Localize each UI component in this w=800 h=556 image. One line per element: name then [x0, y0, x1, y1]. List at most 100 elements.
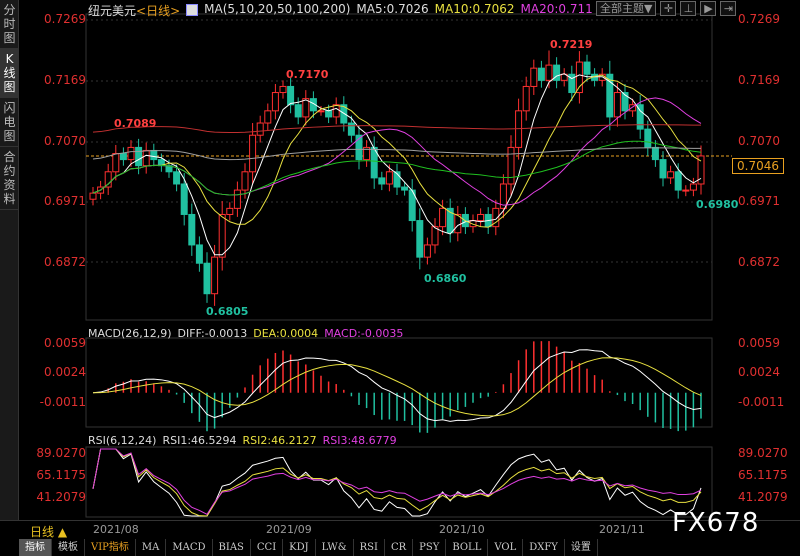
candle-body — [173, 171, 181, 185]
candle-body — [150, 149, 158, 161]
macd-params: MACD(26,12,9) — [88, 327, 172, 340]
candle-body — [264, 110, 272, 124]
price-label-right: 0.7269 — [738, 12, 780, 26]
candle-body — [667, 171, 675, 179]
toolbar-tab[interactable]: MACD — [166, 539, 213, 556]
candle-body — [89, 192, 97, 200]
play-icon[interactable]: ▶ — [700, 1, 717, 16]
price-label-left: 0.6971 — [44, 194, 86, 208]
price-label-right: 0.6971 — [738, 194, 780, 208]
toolbar-tab[interactable]: BIAS — [213, 539, 251, 556]
rsi-params: RSI(6,12,24) — [88, 434, 157, 447]
rsi-axis-label: 89.0270 — [36, 446, 86, 460]
theme-dropdown[interactable]: 全部主题▼ — [596, 1, 657, 16]
panel-frame — [85, 13, 713, 321]
price-label-right: 0.7070 — [738, 134, 780, 148]
candle-body — [241, 171, 249, 191]
rsi-header: RSI(6,12,24) RSI1:46.5294 RSI2:46.2127 R… — [88, 434, 397, 447]
high-annotation: 0.7219 — [550, 38, 593, 51]
price-label-left: 0.7169 — [44, 73, 86, 87]
rsi-axis-label: 41.2079 — [738, 490, 788, 504]
candle-body — [401, 186, 409, 191]
ma100-line — [92, 147, 702, 161]
price-label-left: 0.6872 — [44, 255, 86, 269]
toolbar-tab[interactable]: 模板 — [52, 539, 85, 556]
candle-body — [203, 262, 211, 295]
candle-body — [188, 213, 196, 246]
toolbar-tab[interactable]: 指标 — [19, 539, 52, 556]
macd-axis-label: 0.0024 — [738, 365, 780, 379]
candle-body — [423, 244, 431, 258]
macd-axis-label: 0.0024 — [44, 365, 86, 379]
ma5-value: MA5:0.7026 — [356, 2, 429, 16]
macd-axis-label: 0.0059 — [44, 336, 86, 350]
macd-header: MACD(26,12,9) DIFF:-0.0013 DEA:0.0004 MA… — [88, 327, 403, 340]
macd-axis-label: -0.0011 — [738, 395, 785, 409]
toolbar-tab[interactable]: LW& — [316, 539, 354, 556]
date-label: 2021/11 — [599, 523, 645, 536]
ma-annotation: 0.7089 — [114, 117, 157, 130]
candle-body — [325, 110, 333, 118]
low-annotation: 0.6860 — [424, 272, 467, 285]
macd-axis-label: 0.0059 — [738, 336, 780, 350]
rsi-axis-label: 89.0270 — [738, 446, 788, 460]
zoom-fit-icon[interactable]: ⊥ — [680, 1, 697, 16]
rsi3-value: RSI3:48.6779 — [322, 434, 397, 447]
toolbar-tab[interactable]: KDJ — [283, 539, 316, 556]
macd-axis-label: -0.0011 — [39, 395, 86, 409]
toolbar-tab[interactable]: CCI — [251, 539, 284, 556]
rsi-axis-label: 41.2079 — [36, 490, 86, 504]
fx678-logo: FX678 — [672, 508, 760, 538]
rsi3-line — [92, 448, 702, 516]
macd-dea: DEA:0.0004 — [253, 327, 319, 340]
date-label: 2021/09 — [266, 523, 312, 536]
rsi-axis-label: 65.1175 — [36, 468, 86, 482]
date-label: 2021/10 — [439, 523, 485, 536]
price-label-left: 0.7070 — [44, 134, 86, 148]
rsi2-line — [92, 448, 702, 517]
candle-body — [644, 128, 652, 148]
candle-body — [218, 213, 226, 258]
chart-header: 纽元美元 <日线> MA(5,10,20,50,100,200) MA5:0.7… — [88, 2, 593, 18]
toolbar-tab[interactable]: 设置 — [565, 539, 598, 556]
toolbar-tab[interactable]: MA — [136, 539, 167, 556]
toolbar-tab[interactable]: DXFY — [523, 539, 565, 556]
toolbar-tab[interactable]: VIP指标 — [85, 539, 136, 556]
candle-body — [112, 153, 120, 173]
candle-body — [104, 171, 112, 188]
candle-body — [674, 171, 682, 191]
toolbar-tab[interactable]: VOL — [488, 539, 524, 556]
candle-body — [211, 256, 219, 295]
candle-body — [142, 149, 150, 167]
candle-body — [385, 171, 393, 185]
date-label: 2021/08 — [93, 523, 139, 536]
toolbar-tab[interactable]: CR — [385, 539, 414, 556]
candle-body — [332, 104, 340, 118]
indicator-icon[interactable] — [186, 4, 199, 16]
candle-body — [233, 189, 241, 209]
toolbar-tab[interactable]: PSY — [413, 539, 447, 556]
candle-body — [416, 220, 424, 258]
candle-body — [651, 146, 659, 161]
candle-body — [583, 61, 591, 75]
chart-canvas[interactable] — [0, 0, 800, 556]
rsi2-value: RSI2:46.2127 — [242, 434, 317, 447]
period-selector[interactable]: 日线 ▲ — [30, 523, 67, 540]
high-annotation: 0.7170 — [286, 68, 329, 81]
candle-body — [682, 189, 690, 192]
toolbar-tab[interactable]: BOLL — [446, 539, 489, 556]
candle-body — [287, 85, 295, 106]
crosshair-icon[interactable]: ✛ — [660, 1, 677, 16]
candle-body — [537, 67, 545, 81]
candle-body — [545, 64, 553, 81]
candle-body — [522, 85, 530, 112]
candle-body — [689, 183, 697, 191]
candle-body — [271, 92, 279, 112]
panel-frame — [85, 446, 713, 518]
candle-body — [226, 207, 234, 215]
candle-body — [294, 104, 302, 118]
exit-icon[interactable]: ⇥ — [720, 1, 737, 16]
toolbar-tab[interactable]: RSI — [354, 539, 385, 556]
candle-body — [659, 159, 667, 179]
macd-value: MACD:-0.0035 — [324, 327, 404, 340]
